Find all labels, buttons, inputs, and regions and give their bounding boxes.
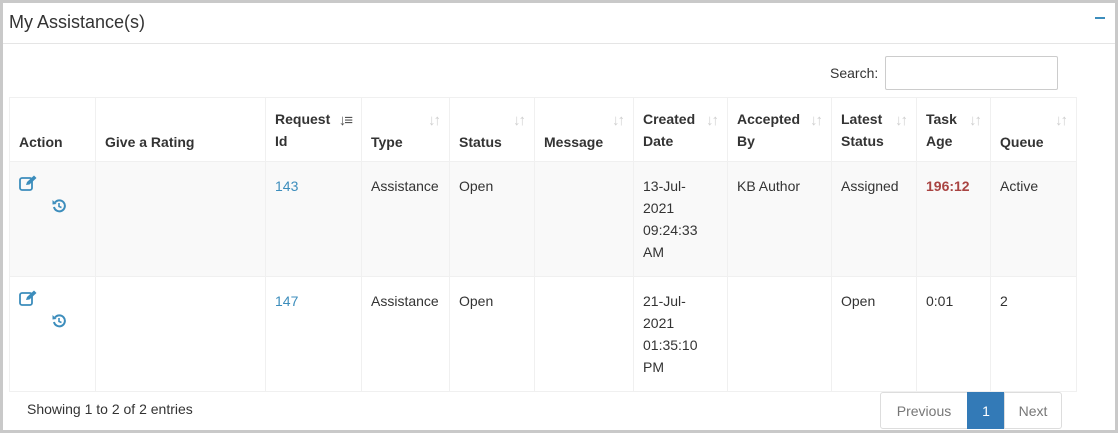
column-header-label: Task Age — [926, 111, 957, 149]
column-header-label: Queue — [1000, 134, 1044, 150]
status-cell: Open — [449, 276, 535, 392]
column-header-label: Created Date — [643, 111, 696, 149]
table-row: 147 Assistance Open 21-Jul-2021 01:35:10… — [9, 276, 1077, 392]
status-cell: Open — [449, 161, 535, 277]
message-cell — [534, 276, 634, 392]
edit-icon[interactable] — [19, 175, 37, 197]
sort-icon: ↓↑ — [706, 112, 719, 129]
task-age-cell: 0:01 — [916, 276, 991, 392]
history-icon[interactable] — [52, 197, 66, 219]
column-header-status[interactable]: Status ↓↑ — [449, 97, 535, 162]
page-1-button[interactable]: 1 — [967, 392, 1005, 429]
edit-icon[interactable] — [19, 290, 37, 312]
request-id-cell: 143 — [265, 161, 362, 277]
column-header-label: Request Id — [275, 111, 331, 149]
assistance-panel: My Assistance(s) Search: Action Give a R… — [0, 0, 1118, 433]
sort-icon: ↓↑ — [428, 112, 441, 129]
assistance-table: Action Give a Rating Request Id ↓≡ Type ↓↑… — [9, 97, 1077, 392]
sort-icon: ↓↑ — [513, 112, 526, 129]
sort-icon: ↓↑ — [895, 112, 908, 129]
column-header-action: Action — [9, 97, 96, 162]
table-row: 143 Assistance Open 13-Jul-2021 09:24:33… — [9, 161, 1077, 277]
column-header-queue[interactable]: Queue ↓↑ — [990, 97, 1077, 162]
collapse-icon[interactable] — [1093, 11, 1107, 25]
created-date-cell: 21-Jul-2021 01:35:10 PM — [633, 276, 728, 392]
sort-ascending-icon: ↓≡ — [338, 112, 353, 129]
search-box: Search: — [830, 56, 1059, 90]
previous-page-button[interactable]: Previous — [880, 392, 968, 429]
rating-cell — [95, 161, 266, 277]
queue-cell: Active — [990, 161, 1077, 277]
column-header-label: Action — [19, 134, 63, 150]
search-input[interactable] — [885, 56, 1059, 90]
column-header-message[interactable]: Message ↓↑ — [534, 97, 634, 162]
type-cell: Assistance — [361, 161, 450, 277]
type-cell: Assistance — [361, 276, 450, 392]
sort-icon: ↓↑ — [969, 112, 982, 129]
column-header-request-id[interactable]: Request Id ↓≡ — [265, 97, 362, 162]
request-id-cell: 147 — [265, 276, 362, 392]
request-id-link[interactable]: 147 — [275, 293, 298, 309]
panel-header: My Assistance(s) — [3, 3, 1115, 44]
rating-cell — [95, 276, 266, 392]
column-header-created-date[interactable]: Created Date ↓↑ — [633, 97, 728, 162]
task-age-cell: 196:12 — [916, 161, 991, 277]
column-header-label: Accepted By — [737, 111, 801, 149]
column-header-label: Status — [459, 134, 502, 150]
next-page-button[interactable]: Next — [1004, 392, 1062, 429]
request-id-link[interactable]: 143 — [275, 178, 298, 194]
column-header-label: Message — [544, 134, 604, 150]
column-header-accepted-by[interactable]: Accepted By ↓↑ — [727, 97, 832, 162]
latest-status-cell: Assigned — [831, 161, 917, 277]
sort-icon: ↓↑ — [612, 112, 625, 129]
accepted-by-cell — [727, 276, 832, 392]
column-header-label: Give a Rating — [105, 134, 195, 150]
history-icon[interactable] — [52, 312, 66, 334]
action-cell — [9, 161, 96, 277]
task-age-value: 196:12 — [926, 178, 970, 194]
action-cell — [9, 276, 96, 392]
message-cell — [534, 161, 634, 277]
sort-icon: ↓↑ — [810, 112, 823, 129]
sort-icon: ↓↑ — [1055, 112, 1068, 129]
column-header-label: Latest Status — [841, 111, 884, 149]
pagination: Previous 1 Next — [880, 392, 1062, 429]
table-info: Showing 1 to 2 of 2 entries — [27, 401, 193, 417]
created-date-cell: 13-Jul-2021 09:24:33 AM — [633, 161, 728, 277]
column-header-label: Type — [371, 134, 403, 150]
search-label: Search: — [830, 65, 879, 81]
panel-title: My Assistance(s) — [9, 12, 146, 32]
accepted-by-cell: KB Author — [727, 161, 832, 277]
table-header-row: Action Give a Rating Request Id ↓≡ Type ↓↑… — [9, 97, 1077, 162]
column-header-type[interactable]: Type ↓↑ — [361, 97, 450, 162]
latest-status-cell: Open — [831, 276, 917, 392]
column-header-rating: Give a Rating — [95, 97, 266, 162]
column-header-latest-status[interactable]: Latest Status ↓↑ — [831, 97, 917, 162]
queue-cell: 2 — [990, 276, 1077, 392]
column-header-task-age[interactable]: Task Age ↓↑ — [916, 97, 991, 162]
